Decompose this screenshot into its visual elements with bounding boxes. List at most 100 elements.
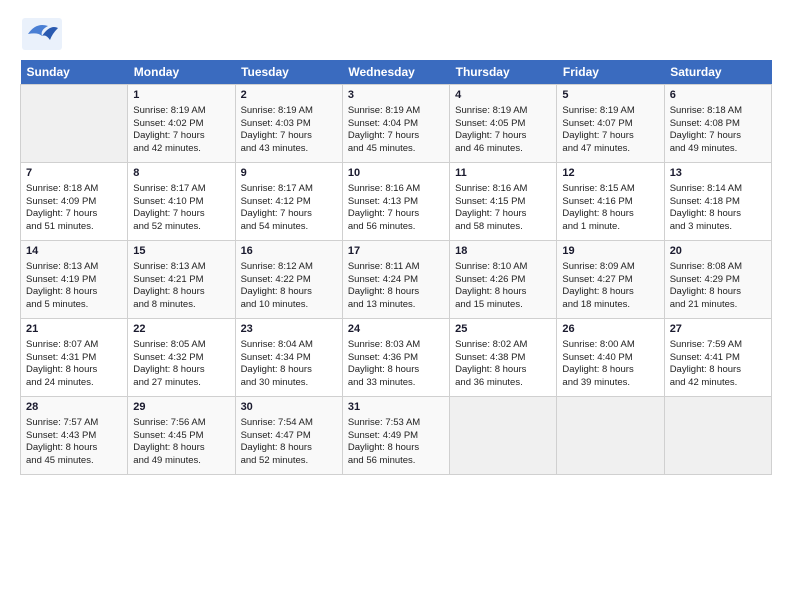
day-number: 21 — [26, 322, 122, 337]
calendar-table: SundayMondayTuesdayWednesdayThursdayFrid… — [20, 60, 772, 475]
day-info-line: and 15 minutes. — [455, 299, 551, 312]
day-info-line: Daylight: 8 hours — [348, 442, 444, 455]
calendar-cell: 11Sunrise: 8:16 AMSunset: 4:15 PMDayligh… — [450, 163, 557, 241]
calendar-cell: 10Sunrise: 8:16 AMSunset: 4:13 PMDayligh… — [342, 163, 449, 241]
day-number: 18 — [455, 244, 551, 259]
day-info-line: and 13 minutes. — [348, 299, 444, 312]
day-info-line: Sunrise: 8:16 AM — [455, 183, 551, 196]
day-info-line: Sunrise: 8:15 AM — [562, 183, 658, 196]
day-info-line: Sunrise: 7:59 AM — [670, 339, 766, 352]
day-number: 6 — [670, 88, 766, 103]
day-info-line: and 24 minutes. — [26, 377, 122, 390]
calendar-cell: 13Sunrise: 8:14 AMSunset: 4:18 PMDayligh… — [664, 163, 771, 241]
day-info-line: and 27 minutes. — [133, 377, 229, 390]
day-info-line: and 47 minutes. — [562, 143, 658, 156]
day-header-thursday: Thursday — [450, 60, 557, 85]
day-info-line: Daylight: 7 hours — [562, 130, 658, 143]
day-number: 16 — [241, 244, 337, 259]
calendar-cell: 22Sunrise: 8:05 AMSunset: 4:32 PMDayligh… — [128, 319, 235, 397]
day-number: 25 — [455, 322, 551, 337]
day-info-line: Daylight: 8 hours — [670, 208, 766, 221]
day-header-saturday: Saturday — [664, 60, 771, 85]
day-info-line: Daylight: 7 hours — [455, 208, 551, 221]
day-info-line: and 56 minutes. — [348, 221, 444, 234]
day-header-tuesday: Tuesday — [235, 60, 342, 85]
calendar-cell: 3Sunrise: 8:19 AMSunset: 4:04 PMDaylight… — [342, 85, 449, 163]
day-info-line: and 18 minutes. — [562, 299, 658, 312]
day-info-line: and 42 minutes. — [670, 377, 766, 390]
day-info-line: Sunset: 4:10 PM — [133, 196, 229, 209]
day-info-line: Daylight: 8 hours — [455, 286, 551, 299]
day-info-line: Daylight: 8 hours — [670, 364, 766, 377]
day-info-line: Sunrise: 8:17 AM — [133, 183, 229, 196]
calendar-cell: 18Sunrise: 8:10 AMSunset: 4:26 PMDayligh… — [450, 241, 557, 319]
day-info-line: Sunrise: 8:14 AM — [670, 183, 766, 196]
calendar-cell: 6Sunrise: 8:18 AMSunset: 4:08 PMDaylight… — [664, 85, 771, 163]
day-number: 7 — [26, 166, 122, 181]
day-info-line: Sunrise: 8:17 AM — [241, 183, 337, 196]
day-info-line: and 54 minutes. — [241, 221, 337, 234]
day-info-line: and 3 minutes. — [670, 221, 766, 234]
day-info-line: Daylight: 8 hours — [241, 286, 337, 299]
calendar-cell: 25Sunrise: 8:02 AMSunset: 4:38 PMDayligh… — [450, 319, 557, 397]
day-info-line: and 49 minutes. — [133, 455, 229, 468]
week-row-3: 14Sunrise: 8:13 AMSunset: 4:19 PMDayligh… — [21, 241, 772, 319]
day-info-line: and 45 minutes. — [26, 455, 122, 468]
day-info-line: Sunset: 4:29 PM — [670, 274, 766, 287]
calendar-cell: 19Sunrise: 8:09 AMSunset: 4:27 PMDayligh… — [557, 241, 664, 319]
day-info-line: and 8 minutes. — [133, 299, 229, 312]
day-info-line: and 52 minutes. — [241, 455, 337, 468]
day-info-line: Sunrise: 7:57 AM — [26, 417, 122, 430]
calendar-cell: 31Sunrise: 7:53 AMSunset: 4:49 PMDayligh… — [342, 397, 449, 475]
calendar-cell: 29Sunrise: 7:56 AMSunset: 4:45 PMDayligh… — [128, 397, 235, 475]
day-info-line: Sunset: 4:47 PM — [241, 430, 337, 443]
day-info-line: Sunset: 4:09 PM — [26, 196, 122, 209]
calendar-cell — [450, 397, 557, 475]
day-info-line: Daylight: 7 hours — [670, 130, 766, 143]
day-info-line: Sunset: 4:45 PM — [133, 430, 229, 443]
day-info-line: and 21 minutes. — [670, 299, 766, 312]
day-info-line: Sunrise: 7:54 AM — [241, 417, 337, 430]
day-info-line: Sunset: 4:24 PM — [348, 274, 444, 287]
day-info-line: Daylight: 8 hours — [133, 286, 229, 299]
day-info-line: Daylight: 8 hours — [133, 364, 229, 377]
day-number: 9 — [241, 166, 337, 181]
day-info-line: Sunrise: 7:53 AM — [348, 417, 444, 430]
calendar-cell: 27Sunrise: 7:59 AMSunset: 4:41 PMDayligh… — [664, 319, 771, 397]
day-info-line: Sunrise: 8:08 AM — [670, 261, 766, 274]
day-info-line: Sunset: 4:02 PM — [133, 118, 229, 131]
day-info-line: Sunset: 4:36 PM — [348, 352, 444, 365]
day-info-line: and 1 minute. — [562, 221, 658, 234]
day-info-line: and 42 minutes. — [133, 143, 229, 156]
day-number: 15 — [133, 244, 229, 259]
day-info-line: and 52 minutes. — [133, 221, 229, 234]
day-header-friday: Friday — [557, 60, 664, 85]
days-header-row: SundayMondayTuesdayWednesdayThursdayFrid… — [21, 60, 772, 85]
calendar-cell: 28Sunrise: 7:57 AMSunset: 4:43 PMDayligh… — [21, 397, 128, 475]
calendar-cell: 9 Sunrise: 8:17 AMSunset: 4:12 PMDaylight… — [235, 163, 342, 241]
day-info-line: Daylight: 8 hours — [241, 364, 337, 377]
day-info-line: Daylight: 8 hours — [26, 442, 122, 455]
day-info-line: Sunset: 4:12 PM — [241, 196, 337, 209]
day-info-line: Sunrise: 8:04 AM — [241, 339, 337, 352]
day-info-line: Sunrise: 8:19 AM — [562, 105, 658, 118]
day-info-line: and 58 minutes. — [455, 221, 551, 234]
day-info-line: Sunset: 4:31 PM — [26, 352, 122, 365]
day-number: 3 — [348, 88, 444, 103]
logo-icon — [20, 16, 64, 52]
calendar-cell: 20Sunrise: 8:08 AMSunset: 4:29 PMDayligh… — [664, 241, 771, 319]
day-info-line: Daylight: 8 hours — [241, 442, 337, 455]
day-info-line: Sunset: 4:19 PM — [26, 274, 122, 287]
day-info-line: Daylight: 8 hours — [348, 364, 444, 377]
calendar-cell: 26Sunrise: 8:00 AMSunset: 4:40 PMDayligh… — [557, 319, 664, 397]
day-info-line: Sunrise: 8:13 AM — [26, 261, 122, 274]
day-info-line: Sunrise: 8:16 AM — [348, 183, 444, 196]
day-info-line: Sunset: 4:27 PM — [562, 274, 658, 287]
day-header-wednesday: Wednesday — [342, 60, 449, 85]
day-info-line: Sunrise: 8:03 AM — [348, 339, 444, 352]
day-info-line: Daylight: 8 hours — [670, 286, 766, 299]
day-info-line: Daylight: 7 hours — [241, 208, 337, 221]
day-number: 22 — [133, 322, 229, 337]
day-info-line: and 46 minutes. — [455, 143, 551, 156]
day-number: 30 — [241, 400, 337, 415]
